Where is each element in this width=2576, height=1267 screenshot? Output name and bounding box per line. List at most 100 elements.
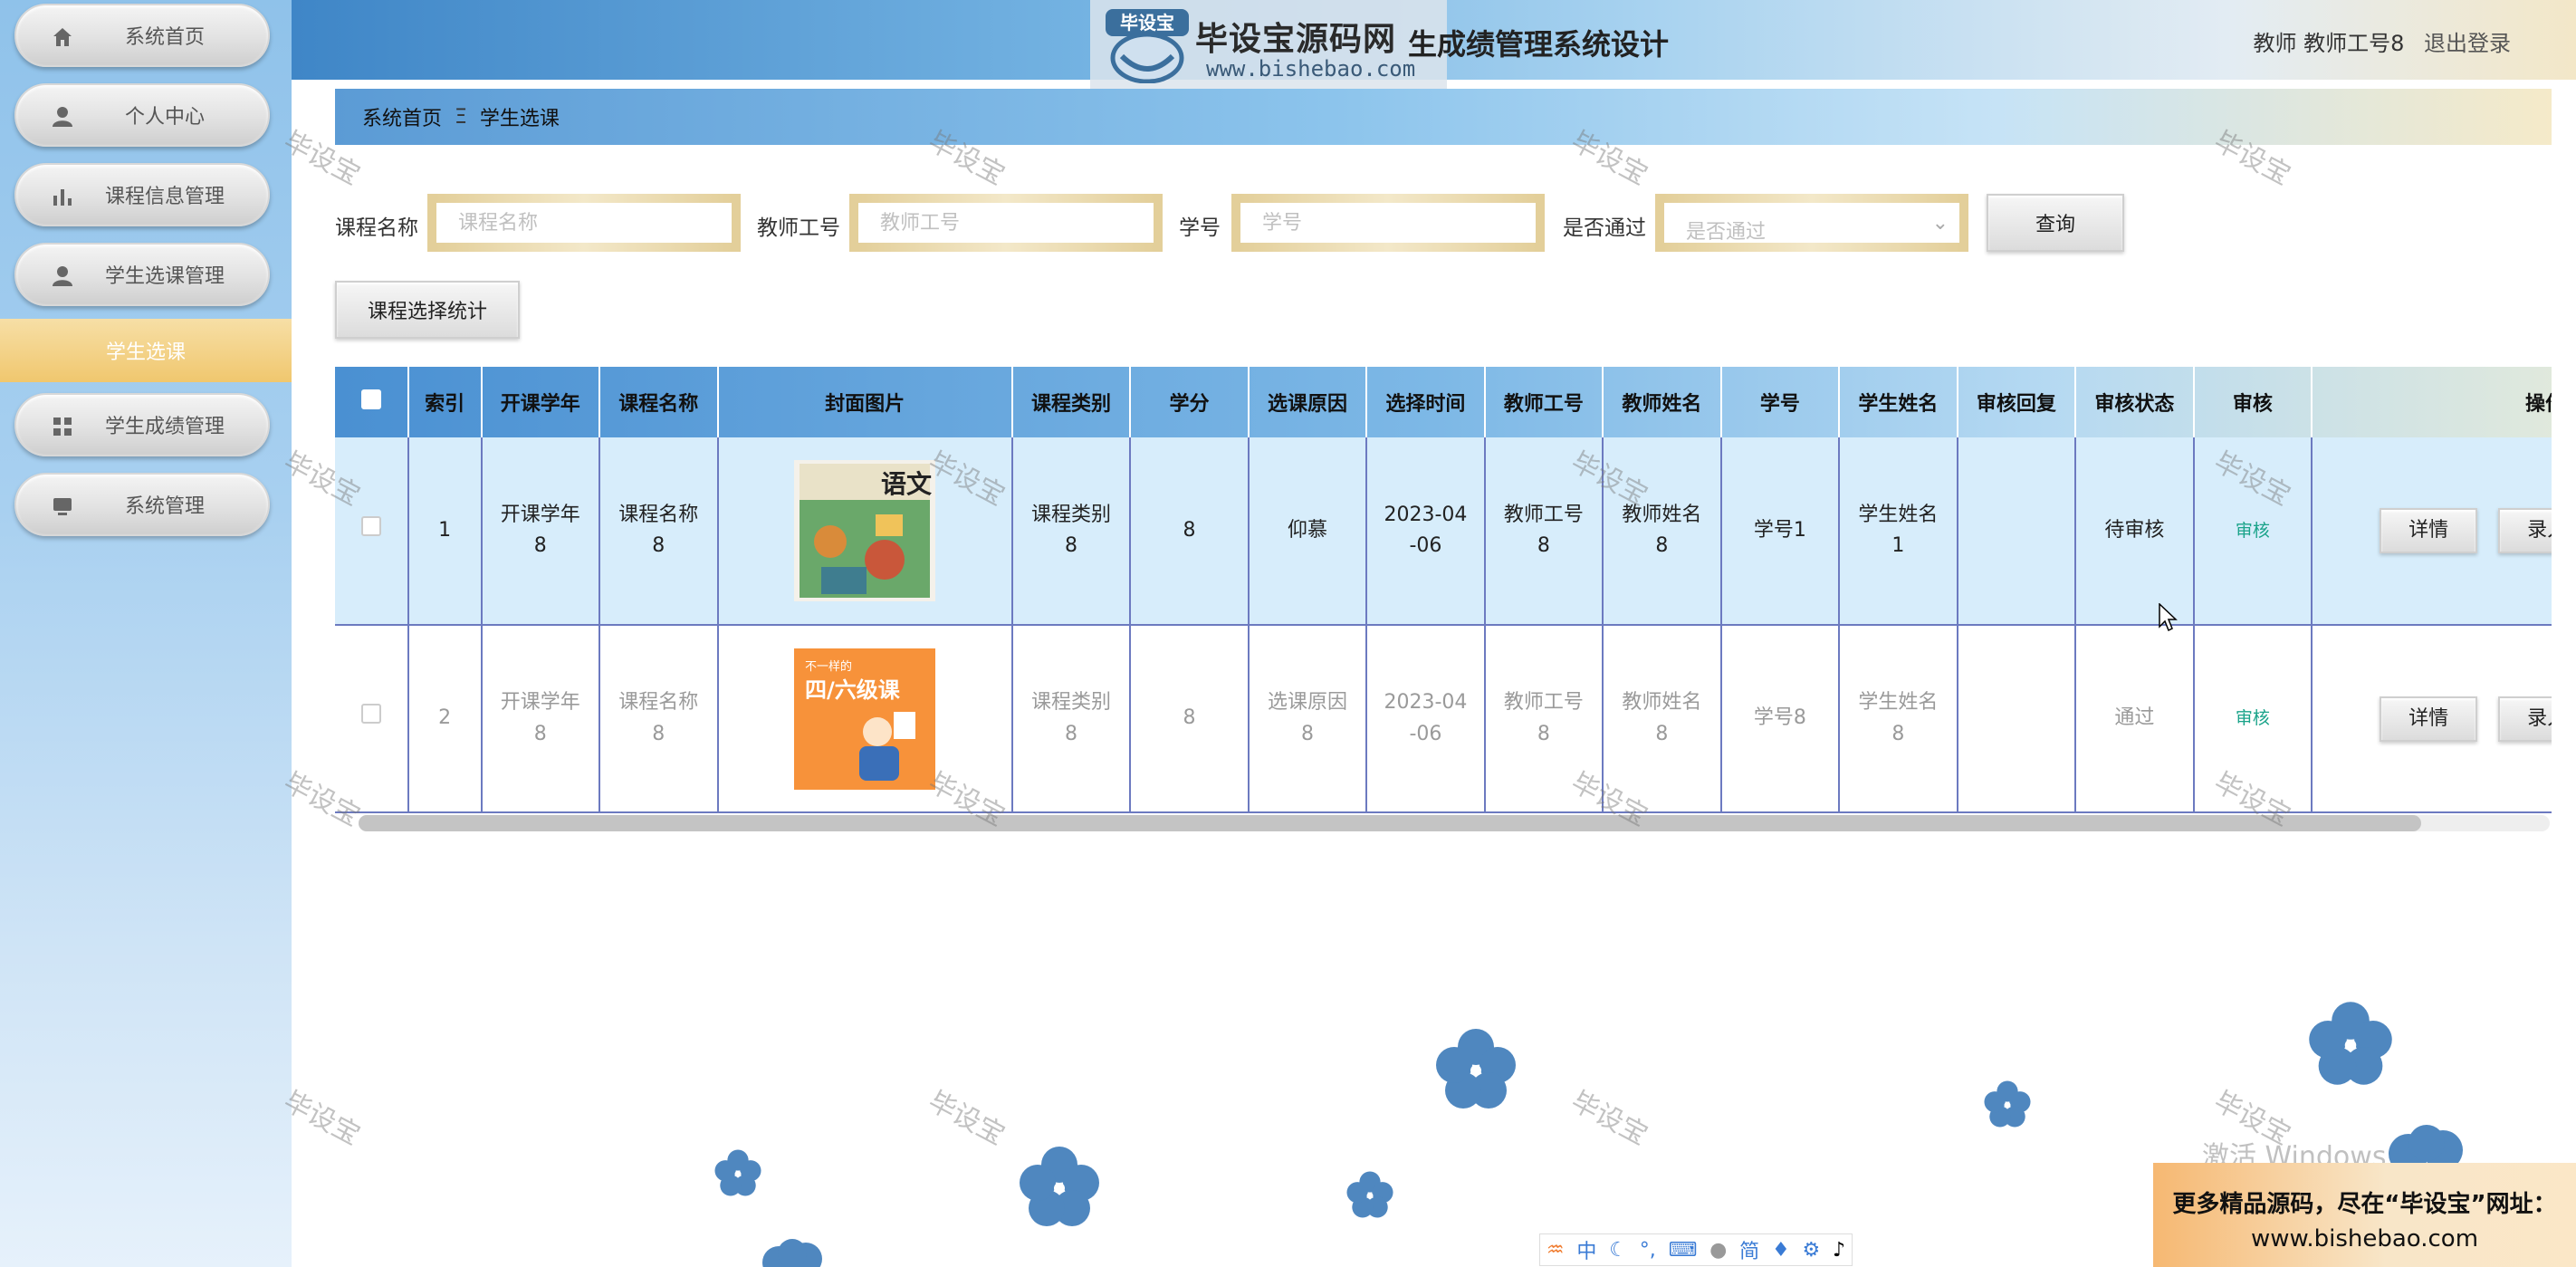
flower-icon [1436, 1029, 1516, 1109]
sidebar-subitem-student-selection[interactable]: 学生选课 [0, 319, 292, 382]
breadcrumb-separator: Ξ [455, 105, 467, 129]
user-info: 教师 教师工号8 退出登录 [2240, 25, 2511, 57]
user-icon [53, 107, 72, 127]
user-icon[interactable]: ● [1709, 1239, 1727, 1262]
pass-label: 是否通过 [1563, 216, 1646, 240]
cell-time: 2023-04 -06 [1366, 437, 1486, 626]
flower-icon [2309, 1002, 2392, 1085]
detail-button[interactable]: 详情 [2380, 696, 2478, 742]
breadcrumb-home[interactable]: 系统首页 [362, 102, 442, 131]
logo-badge-text: 毕设宝 [1120, 12, 1174, 34]
sidebar-item-course-selection[interactable]: 学生选课管理 [14, 243, 270, 306]
column-header: 课程名称 [599, 367, 719, 437]
flower-icon [762, 1239, 822, 1267]
flower-icon [1020, 1147, 1099, 1226]
sidebar-item-label: 个人中心 [124, 106, 205, 129]
audit-link[interactable]: 审核 [2236, 521, 2270, 541]
cell-reply [1957, 437, 2077, 626]
grid-icon [53, 418, 72, 436]
cell-student-no: 学号8 [1720, 625, 1841, 813]
row-checkbox[interactable] [360, 515, 381, 536]
cell-student-name: 学生姓名 1 [1839, 437, 1958, 626]
row-checkbox[interactable] [360, 704, 381, 725]
column-header: 学生姓名 [1839, 367, 1958, 437]
cell-category: 课程类别 8 [1011, 625, 1132, 813]
cover-title: 四/六级课 [805, 677, 901, 703]
pass-select[interactable]: 是否通过 ⌄ [1655, 194, 1968, 252]
column-header: 选课原因 [1248, 367, 1368, 437]
tiktok-icon[interactable]: ♪ [1833, 1239, 1845, 1262]
logo-icon: 毕设宝 [1106, 9, 1189, 83]
moon-icon[interactable]: ☾ [1609, 1239, 1627, 1262]
ime-logo-icon[interactable]: ♒ [1547, 1239, 1565, 1262]
detail-button[interactable]: 详情 [2380, 508, 2478, 553]
sidebar-item-label: 系统首页 [124, 26, 205, 49]
student-no-label: 学号 [1179, 216, 1221, 240]
cell-student-no: 学号1 [1720, 437, 1841, 626]
sidebar-item-system[interactable]: 系统管理 [14, 473, 270, 536]
course-name-input[interactable] [427, 194, 741, 252]
column-header: 索引 [407, 367, 483, 437]
punctuation-icon[interactable]: °, [1640, 1239, 1656, 1262]
flower-icon [1984, 1080, 2031, 1128]
row-select-cell[interactable] [335, 625, 409, 813]
column-header: 审核状态 [2075, 367, 2195, 437]
ime-mode-simplified[interactable]: 简 [1739, 1235, 1759, 1264]
cell-category: 课程类别 8 [1011, 437, 1132, 626]
query-button[interactable]: 查询 [1987, 194, 2124, 252]
logo-text: 毕设宝源码网 [1195, 20, 1397, 58]
sidebar-item-label: 学生成绩管理 [104, 416, 225, 438]
breadcrumb-current: 学生选课 [479, 108, 560, 130]
search-bar: 课程名称 教师工号 学号 是否通过 是否通过 ⌄ 查询 [335, 194, 2562, 254]
cell-actions: 详情 录入成绩 [2312, 437, 2552, 626]
cell-reason: 仰慕 [1248, 437, 1368, 626]
horizontal-scrollbar[interactable] [359, 815, 2550, 831]
sidebar-item-profile[interactable]: 个人中心 [14, 83, 270, 147]
student-no-input[interactable] [1231, 194, 1545, 252]
monitor-icon [53, 498, 72, 515]
ad-line-1: 更多精品源码，尽在“毕设宝”网址： [2172, 1191, 2557, 1218]
sidebar-item-label: 学生选课管理 [104, 265, 225, 288]
cell-credit: 8 [1130, 437, 1250, 626]
cell-status: 待审核 [2075, 437, 2195, 626]
column-header: 操作 [2312, 367, 2552, 437]
mouse-cursor-icon [2159, 603, 2178, 632]
ime-toolbar[interactable]: ♒ 中 ☾ °, ⌨ ● 简 ♦ ⚙ ♪ [1539, 1233, 1853, 1266]
flower-icon [1346, 1171, 1393, 1218]
sidebar-item-course-info[interactable]: 课程信息管理 [14, 163, 270, 226]
select-all-checkbox[interactable] [360, 389, 381, 409]
scrollbar-thumb[interactable] [359, 815, 2421, 831]
column-header: 课程类别 [1011, 367, 1132, 437]
watermark-text: 毕设宝 [1566, 1085, 1653, 1152]
flower-icon [2389, 1125, 2463, 1163]
bar-chart-icon [53, 189, 72, 206]
sidebar-item-grades[interactable]: 学生成绩管理 [14, 393, 270, 456]
course-stat-button[interactable]: 课程选择统计 [335, 281, 520, 339]
column-header: 审核 [2193, 367, 2313, 437]
ime-mode-chinese[interactable]: 中 [1576, 1235, 1596, 1264]
logout-link[interactable]: 退出登录 [2424, 31, 2511, 56]
sidebar-subitem-label: 学生选课 [105, 341, 186, 364]
cell-reply [1957, 625, 2077, 813]
sidebar-item-label: 课程信息管理 [104, 186, 225, 208]
enter-grade-button[interactable]: 录入成绩 [2498, 696, 2552, 742]
ad-banner[interactable]: 更多精品源码，尽在“毕设宝”网址： www.bishebao.com [2153, 1163, 2576, 1267]
ad-line-2: www.bishebao.com [2250, 1224, 2479, 1253]
sidebar: 系统首页 个人中心 课程信息管理 学生选课管理 学生选课 学生成绩管理 系统管理 [0, 0, 292, 1267]
gear-icon[interactable]: ⚙ [1802, 1239, 1820, 1262]
keyboard-icon[interactable]: ⌨ [1669, 1239, 1698, 1262]
enter-grade-button[interactable]: 录入成绩 [2498, 508, 2552, 553]
select-all-header[interactable] [335, 367, 409, 437]
shirt-icon[interactable]: ♦ [1772, 1239, 1790, 1262]
audit-link[interactable]: 审核 [2236, 708, 2270, 728]
cover-subtitle: 不一样的 [805, 659, 852, 674]
column-header: 学分 [1130, 367, 1250, 437]
cell-course: 课程名称 8 [599, 625, 719, 813]
cell-reason: 选课原因 8 [1248, 625, 1368, 813]
page-title: 生成绩管理系统设计 [1408, 27, 1670, 62]
sidebar-item-home[interactable]: 系统首页 [14, 4, 270, 67]
course-name-label: 课程名称 [335, 216, 418, 240]
teacher-no-input[interactable] [849, 194, 1163, 252]
cell-year: 开课学年 8 [481, 437, 601, 626]
column-header: 选择时间 [1366, 367, 1486, 437]
